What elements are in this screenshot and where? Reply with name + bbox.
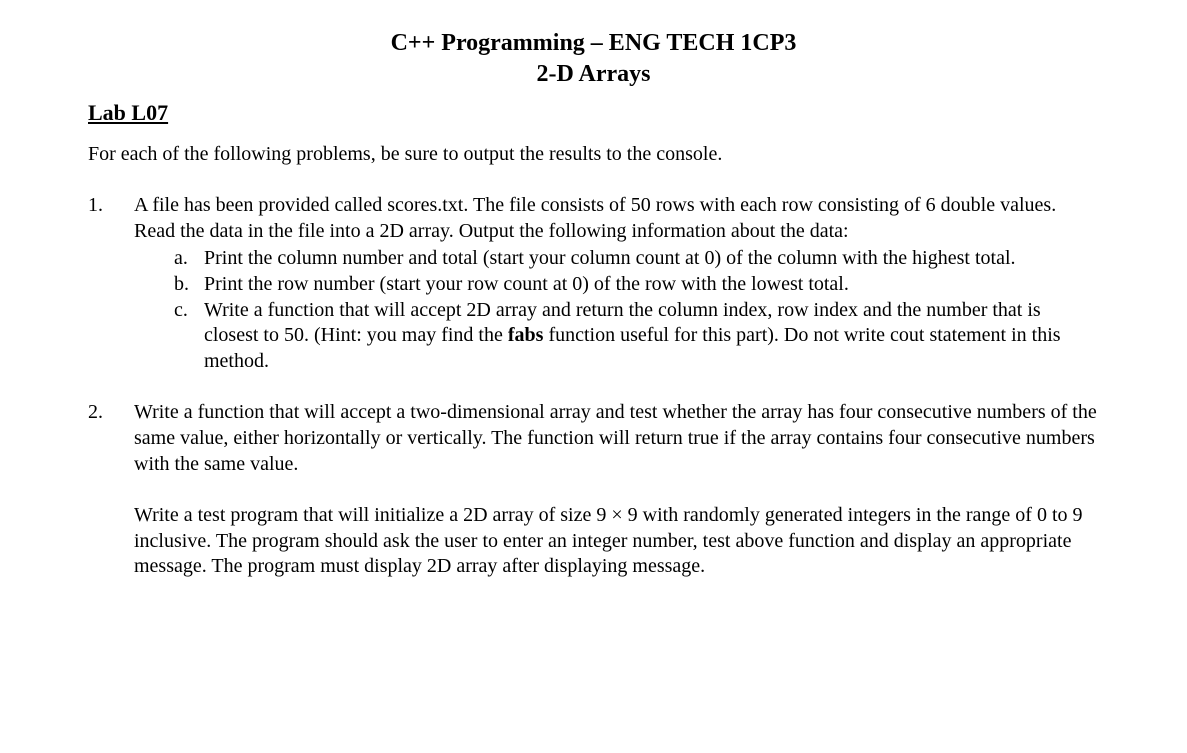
problem-2-para1: Write a function that will accept a two-…: [134, 400, 1099, 477]
title-line-2: 2-D Arrays: [88, 59, 1099, 90]
subitem-a: a. Print the column number and total (st…: [134, 246, 1099, 272]
subitem-c-text: Write a function that will accept 2D arr…: [204, 298, 1099, 375]
subitem-b-marker: b.: [174, 272, 204, 298]
intro-text: For each of the following problems, be s…: [88, 142, 1099, 168]
problem-2-para2: Write a test program that will initializ…: [134, 503, 1099, 580]
subitem-c-bold: fabs: [508, 324, 544, 346]
lab-heading: Lab L07: [88, 99, 1099, 127]
problem-1-number: 1.: [88, 193, 134, 374]
subitem-b-text: Print the row number (start your row cou…: [204, 272, 1099, 298]
subitem-a-marker: a.: [174, 246, 204, 272]
title-line-1: C++ Programming – ENG TECH 1CP3: [88, 28, 1099, 59]
problem-1: 1. A file has been provided called score…: [88, 193, 1099, 374]
subitem-b: b. Print the row number (start your row …: [134, 272, 1099, 298]
subitem-a-text: Print the column number and total (start…: [204, 246, 1099, 272]
problem-2: 2. Write a function that will accept a t…: [88, 400, 1099, 580]
problem-1-subitems: a. Print the column number and total (st…: [134, 246, 1099, 374]
problem-1-text: A file has been provided called scores.t…: [134, 194, 1056, 242]
document-title: C++ Programming – ENG TECH 1CP3 2-D Arra…: [88, 28, 1099, 89]
problem-2-number: 2.: [88, 400, 134, 580]
problem-1-body: A file has been provided called scores.t…: [134, 193, 1099, 374]
subitem-c: c. Write a function that will accept 2D …: [134, 298, 1099, 375]
subitem-c-marker: c.: [174, 298, 204, 375]
problem-2-body: Write a function that will accept a two-…: [134, 400, 1099, 580]
